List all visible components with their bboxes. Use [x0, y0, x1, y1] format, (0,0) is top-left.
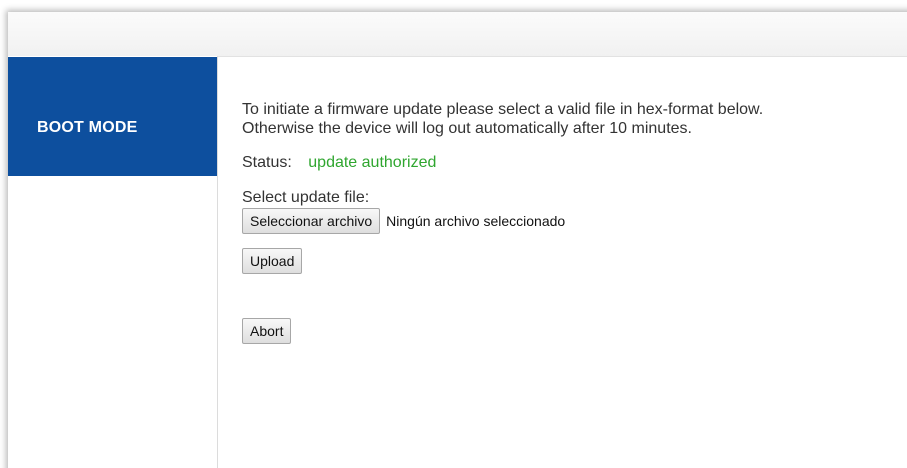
- intro-line-2: Otherwise the device will log out automa…: [242, 120, 692, 137]
- status-value: update authorized: [308, 154, 437, 171]
- sidebar-item-label: BOOT MODE: [37, 119, 138, 136]
- sidebar: BOOT MODE: [8, 56, 218, 468]
- upload-button[interactable]: Upload: [242, 248, 303, 274]
- intro-line-1: To initiate a firmware update please sel…: [242, 101, 764, 118]
- file-select-label: Select update file:: [242, 189, 370, 206]
- screenshot: BOOT MODE To initiate a firmware update …: [0, 0, 907, 468]
- abort-row: Abort: [242, 318, 902, 344]
- abort-button[interactable]: Abort: [242, 318, 292, 344]
- top-bar: [8, 12, 907, 57]
- choose-file-button[interactable]: Seleccionar archivo: [242, 208, 381, 234]
- upload-row: Upload: [242, 248, 902, 274]
- sidebar-item-boot-mode[interactable]: BOOT MODE: [8, 57, 217, 176]
- file-input: Seleccionar archivo Ningún archivo selec…: [242, 208, 902, 234]
- main-content: To initiate a firmware update please sel…: [242, 100, 902, 344]
- status-row: Status: update authorized: [242, 153, 902, 172]
- intro-text: To initiate a firmware update please sel…: [242, 100, 902, 138]
- status-label: Status:: [242, 154, 292, 171]
- file-status-text: Ningún archivo seleccionado: [386, 212, 566, 229]
